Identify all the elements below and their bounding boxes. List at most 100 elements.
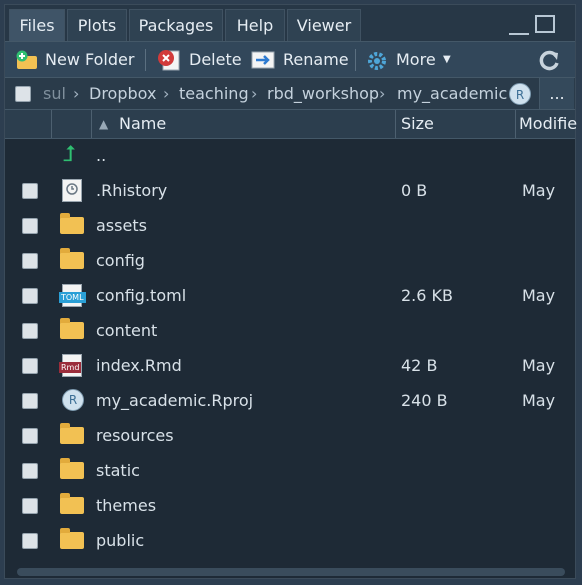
tab-packages[interactable]: Packages [129, 9, 223, 41]
file-name[interactable]: my_academic.Rproj [96, 383, 253, 418]
select-all-checkbox[interactable] [15, 86, 31, 102]
rmd-file-icon: Rmd [59, 354, 82, 377]
row-checkbox[interactable] [22, 323, 38, 339]
table-row[interactable]: themes [5, 488, 575, 523]
table-row[interactable]: Rmd index.Rmd 42 B May [5, 348, 575, 383]
chevron-right-icon: › [73, 84, 80, 103]
folder-icon [60, 248, 84, 269]
row-checkbox[interactable] [22, 253, 38, 269]
folder-icon [60, 493, 84, 514]
file-modified: May [522, 356, 556, 375]
table-row[interactable]: content [5, 313, 575, 348]
table-row[interactable]: .Rhistory 0 B May [5, 173, 575, 208]
folder-icon [60, 458, 84, 479]
rproject-icon: R [62, 389, 84, 411]
table-header: ▲ Name Size Modifie [5, 109, 577, 139]
parent-directory-icon: ⮥ [63, 142, 76, 167]
history-file-icon [62, 179, 82, 202]
file-name[interactable]: config.toml [96, 278, 186, 313]
row-checkbox[interactable] [22, 358, 38, 374]
file-size: 240 B [401, 391, 448, 410]
table-row[interactable]: ⮥ .. [5, 138, 575, 173]
table-row[interactable]: assets [5, 208, 575, 243]
row-checkbox[interactable] [22, 218, 38, 234]
row-checkbox[interactable] [22, 498, 38, 514]
tab-viewer[interactable]: Viewer [287, 9, 361, 41]
row-checkbox[interactable] [22, 463, 38, 479]
files-pane: Files Plots Packages Help Viewer New Fol… [4, 4, 577, 579]
more-path-button[interactable]: ... [539, 78, 574, 110]
gear-icon [367, 51, 387, 71]
column-name[interactable]: Name [119, 110, 166, 138]
refresh-icon[interactable] [539, 49, 561, 71]
delete-icon [157, 49, 181, 71]
row-checkbox[interactable] [22, 428, 38, 444]
breadcrumb-item[interactable]: my_academic [397, 78, 507, 110]
breadcrumb-item[interactable]: Dropbox [89, 78, 156, 110]
table-row[interactable]: static [5, 453, 575, 488]
toolbar: New Folder Delete Rename More ▼ [5, 41, 575, 78]
file-list: ⮥ .. .Rhistory 0 B May assets config TOM [5, 138, 575, 558]
maximize-icon[interactable] [535, 15, 555, 33]
file-name[interactable]: static [96, 453, 140, 488]
file-name[interactable]: index.Rmd [96, 348, 182, 383]
folder-icon [60, 318, 84, 339]
chevron-down-icon[interactable]: ▼ [443, 42, 451, 78]
table-row[interactable]: TOML config.toml 2.6 KB May [5, 278, 575, 313]
horizontal-scrollbar[interactable] [17, 568, 565, 576]
file-name[interactable]: resources [96, 418, 174, 453]
file-modified: May [522, 286, 556, 305]
file-name[interactable]: .. [96, 138, 106, 173]
breadcrumb-item[interactable]: teaching [179, 78, 249, 110]
file-modified: May [522, 391, 556, 410]
row-checkbox[interactable] [22, 533, 38, 549]
delete-button[interactable]: Delete [189, 42, 242, 78]
breadcrumb-item[interactable]: rbd_workshop [267, 78, 379, 110]
table-row[interactable]: R my_academic.Rproj 240 B May [5, 383, 575, 418]
column-divider [51, 110, 52, 138]
row-checkbox[interactable] [22, 288, 38, 304]
rmd-badge: Rmd [59, 362, 82, 373]
column-size[interactable]: Size [401, 110, 434, 138]
tab-files[interactable]: Files [9, 9, 65, 41]
sort-asc-icon: ▲ [99, 117, 109, 131]
chevron-right-icon: › [379, 84, 386, 103]
chevron-right-icon: › [163, 84, 170, 103]
tab-bar: Files Plots Packages Help Viewer [5, 5, 575, 41]
new-folder-button[interactable]: New Folder [45, 42, 134, 78]
table-row[interactable]: resources [5, 418, 575, 453]
file-size: 0 B [401, 181, 428, 200]
toml-file-icon: TOML [59, 284, 86, 307]
minimize-icon[interactable] [509, 29, 529, 35]
tab-plots[interactable]: Plots [67, 9, 127, 41]
toolbar-divider [145, 49, 146, 71]
file-name[interactable]: content [96, 313, 157, 348]
file-modified: May [522, 181, 556, 200]
folder-icon [60, 213, 84, 234]
rename-icon [251, 50, 277, 70]
toolbar-divider [355, 49, 356, 71]
rename-button[interactable]: Rename [283, 42, 349, 78]
file-name[interactable]: config [96, 243, 145, 278]
file-size: 2.6 KB [401, 286, 453, 305]
row-checkbox[interactable] [22, 183, 38, 199]
more-button[interactable]: More [396, 42, 436, 78]
chevron-right-icon: › [251, 84, 258, 103]
file-name[interactable]: public [96, 523, 144, 558]
file-name[interactable]: themes [96, 488, 156, 523]
rproject-icon[interactable]: R [509, 83, 531, 105]
new-folder-icon [15, 50, 39, 70]
file-size: 42 B [401, 356, 438, 375]
toml-badge: TOML [59, 292, 86, 303]
file-name[interactable]: .Rhistory [96, 173, 167, 208]
column-modified[interactable]: Modifie [519, 110, 577, 138]
breadcrumb: sul › Dropbox › teaching › rbd_workshop … [5, 77, 575, 110]
table-row[interactable]: public [5, 523, 575, 558]
row-checkbox[interactable] [22, 393, 38, 409]
column-divider [91, 110, 92, 138]
column-divider [515, 110, 516, 138]
breadcrumb-item[interactable]: sul [43, 78, 66, 110]
table-row[interactable]: config [5, 243, 575, 278]
tab-help[interactable]: Help [225, 9, 285, 41]
file-name[interactable]: assets [96, 208, 147, 243]
